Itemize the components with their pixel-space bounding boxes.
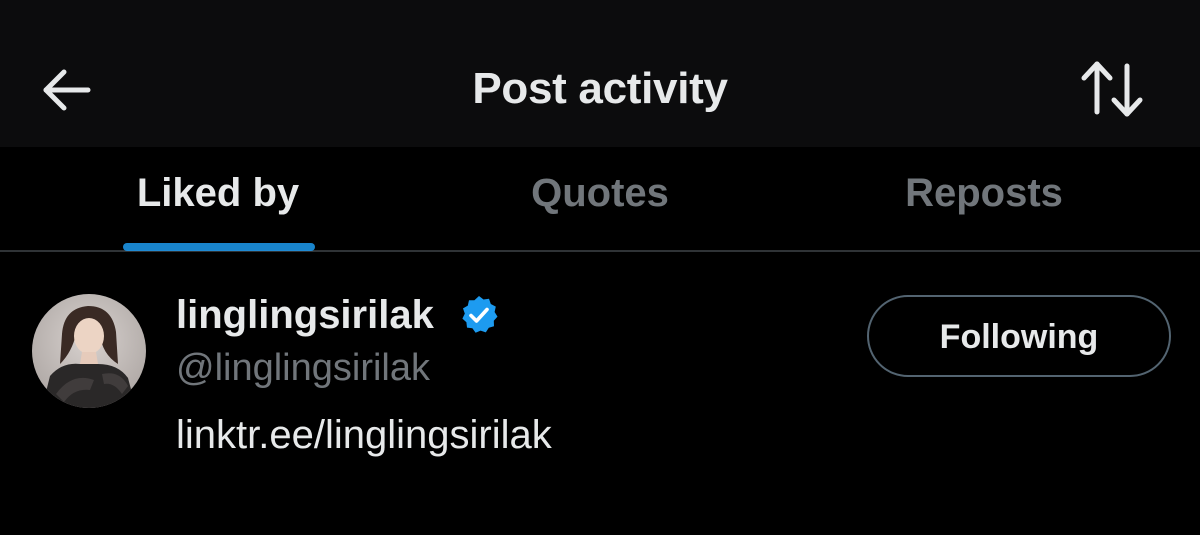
active-tab-indicator (123, 243, 315, 251)
avatar[interactable] (32, 294, 146, 408)
sort-button[interactable] (1080, 58, 1146, 120)
bio-link[interactable]: linktr.ee/linglingsirilak (176, 410, 552, 460)
user-list-item[interactable]: linglingsirilak @linglingsirilak linktr.… (0, 252, 1200, 535)
user-handle: @linglingsirilak (176, 347, 430, 389)
tab-liked-by[interactable]: Liked by (18, 147, 418, 250)
top-app-bar: Post activity (0, 0, 1200, 147)
display-name[interactable]: linglingsirilak (176, 290, 434, 340)
page-title: Post activity (472, 64, 728, 113)
tab-quotes[interactable]: Quotes (400, 147, 800, 250)
following-button[interactable]: Following (867, 295, 1171, 377)
activity-tabs: Liked by Quotes Reposts (0, 147, 1200, 252)
sort-arrows-icon (1081, 61, 1143, 117)
profile-photo (32, 294, 146, 408)
tab-reposts[interactable]: Reposts (784, 147, 1184, 250)
verified-badge-icon (462, 296, 498, 333)
